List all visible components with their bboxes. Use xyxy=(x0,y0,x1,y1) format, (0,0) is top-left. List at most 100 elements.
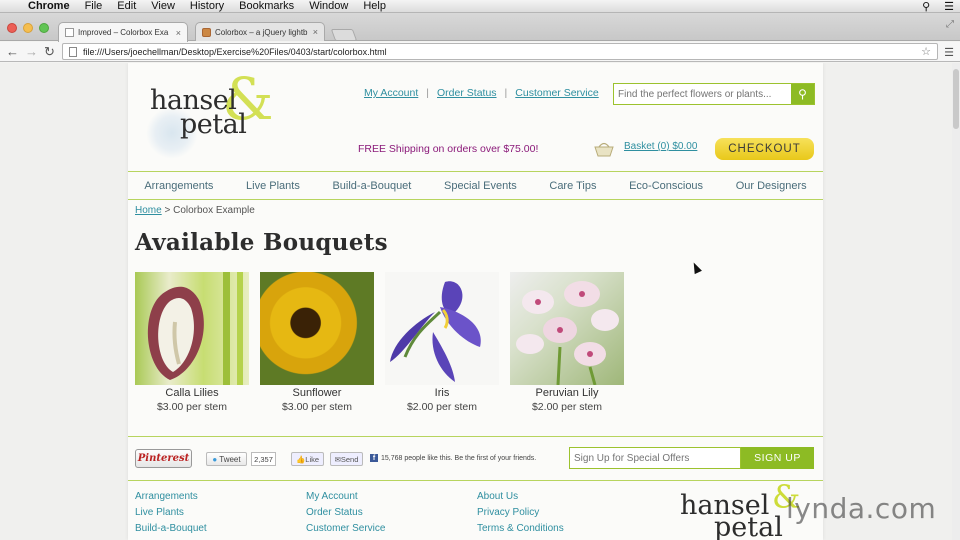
reload-icon[interactable]: ↻ xyxy=(44,44,55,60)
my-account-link[interactable]: My Account xyxy=(364,87,418,99)
footer-links: Arrangements Live Plants Build-a-Bouquet… xyxy=(135,491,648,534)
product-grid: Calla Lilies $3.00 per stem Sunflower $3… xyxy=(135,272,624,413)
chrome-menu-icon[interactable]: ☰ xyxy=(944,46,954,59)
footer-logo-word-petal: petal xyxy=(714,512,783,540)
footer-link-privacy-policy[interactable]: Privacy Policy xyxy=(477,507,648,518)
customer-service-link[interactable]: Customer Service xyxy=(515,87,598,99)
facebook-icon: f xyxy=(370,454,378,462)
tab-improved-colorbox[interactable]: Improved – Colorbox Exa × xyxy=(58,22,188,42)
send-label: Send xyxy=(340,454,359,464)
basket-icon[interactable] xyxy=(594,141,614,157)
free-shipping-banner: FREE Shipping on orders over $75.00! xyxy=(358,143,539,155)
facebook-like-button[interactable]: 👍 Like xyxy=(291,452,324,466)
nav-our-designers[interactable]: Our Designers xyxy=(736,180,807,192)
breadcrumb-separator: > xyxy=(164,205,171,216)
menu-history[interactable]: History xyxy=(190,0,224,12)
page-viewport: & hansel petal My Account | Order Status… xyxy=(0,63,960,540)
iris-image[interactable] xyxy=(385,272,499,385)
menu-window[interactable]: Window xyxy=(309,0,348,12)
nav-eco-conscious[interactable]: Eco-Conscious xyxy=(629,180,703,192)
menu-edit[interactable]: Edit xyxy=(117,0,136,12)
signup-button[interactable]: SIGN UP xyxy=(741,447,814,469)
nav-live-plants[interactable]: Live Plants xyxy=(246,180,300,192)
footer-link-my-account[interactable]: My Account xyxy=(306,491,477,502)
sunflower-image[interactable] xyxy=(260,272,374,385)
footer-link-live-plants[interactable]: Live Plants xyxy=(135,507,306,518)
footer-link-customer-service[interactable]: Customer Service xyxy=(306,523,477,534)
scrollbar-thumb[interactable] xyxy=(953,69,959,129)
pinterest-button[interactable]: Pinterest xyxy=(135,449,192,468)
menu-app[interactable]: Chrome xyxy=(28,0,70,12)
breadcrumb-home-link[interactable]: Home xyxy=(135,205,162,216)
product-card[interactable]: Sunflower $3.00 per stem xyxy=(260,272,374,413)
tab-close-icon[interactable]: × xyxy=(313,27,318,37)
zoom-window-button[interactable] xyxy=(39,23,49,33)
thumbs-up-icon: 👍 xyxy=(295,454,306,464)
nav-special-events[interactable]: Special Events xyxy=(444,180,517,192)
footer-link-about-us[interactable]: About Us xyxy=(477,491,648,502)
footer-link-terms[interactable]: Terms & Conditions xyxy=(477,523,648,534)
product-card[interactable]: Iris $2.00 per stem xyxy=(385,272,499,413)
signup-email-input[interactable] xyxy=(569,447,741,469)
checkout-button[interactable]: CHECKOUT xyxy=(715,138,814,160)
breadcrumb: Home > Colorbox Example xyxy=(135,205,255,216)
footer-link-arrangements[interactable]: Arrangements xyxy=(135,491,306,502)
breadcrumb-current: Colorbox Example xyxy=(173,205,255,216)
top-links: My Account | Order Status | Customer Ser… xyxy=(364,87,599,99)
menu-file[interactable]: File xyxy=(85,0,103,12)
spotlight-search-icon[interactable]: ⚲ xyxy=(922,0,930,13)
tab-close-icon[interactable]: × xyxy=(176,28,181,38)
product-name: Sunflower xyxy=(292,387,342,399)
product-card[interactable]: Peruvian Lily $2.00 per stem xyxy=(510,272,624,413)
page-title: Available Bouquets xyxy=(135,229,388,256)
twitter-bird-icon: ● xyxy=(212,454,218,464)
new-tab-button[interactable] xyxy=(330,29,358,41)
footer-link-order-status[interactable]: Order Status xyxy=(306,507,477,518)
hansel-petal-logo[interactable]: & hansel petal xyxy=(136,65,286,166)
address-bar[interactable]: file:///Users/joechellman/Desktop/Exerci… xyxy=(62,43,938,60)
product-price: $3.00 per stem xyxy=(156,401,228,413)
page-scrollbar[interactable] xyxy=(952,63,960,540)
main-nav: Arrangements Live Plants Build-a-Bouquet… xyxy=(128,171,823,200)
page-icon xyxy=(69,46,77,57)
search-icon[interactable]: ⚲ xyxy=(791,84,814,104)
minimize-window-button[interactable] xyxy=(23,23,33,33)
browser-toolbar: ← → ↻ file:///Users/joechellman/Desktop/… xyxy=(0,42,960,62)
tab-colorbox-jquery[interactable]: Colorbox – a jQuery lightb × xyxy=(195,22,325,41)
menu-bookmarks[interactable]: Bookmarks xyxy=(239,0,294,12)
close-window-button[interactable] xyxy=(7,23,17,33)
peruvian-lily-image[interactable] xyxy=(510,272,624,385)
facebook-send-button[interactable]: ✉ Send xyxy=(330,452,363,466)
like-label: Like xyxy=(305,454,320,464)
order-status-link[interactable]: Order Status xyxy=(437,87,497,99)
facebook-like-count-text: 15,768 people like this. Be the first of… xyxy=(381,454,537,462)
site-container: & hansel petal My Account | Order Status… xyxy=(128,63,823,540)
product-card[interactable]: Calla Lilies $3.00 per stem xyxy=(135,272,249,413)
menu-help[interactable]: Help xyxy=(363,0,386,12)
nav-care-tips[interactable]: Care Tips xyxy=(549,180,596,192)
facebook-like-text: f 15,768 people like this. Be the first … xyxy=(370,454,536,462)
product-price: $2.00 per stem xyxy=(531,401,603,413)
back-arrow-icon[interactable]: ← xyxy=(6,44,19,59)
fullscreen-icon[interactable]: ⤢ xyxy=(946,19,954,30)
product-price: $2.00 per stem xyxy=(406,401,478,413)
menu-view[interactable]: View xyxy=(151,0,175,12)
nav-build-a-bouquet[interactable]: Build-a-Bouquet xyxy=(332,180,411,192)
nav-arrangements[interactable]: Arrangements xyxy=(144,180,213,192)
page-favicon-icon xyxy=(65,28,74,37)
tweet-button[interactable]: ● Tweet xyxy=(206,452,247,466)
footer-link-build-a-bouquet[interactable]: Build-a-Bouquet xyxy=(135,523,306,534)
browser-tab-strip: Improved – Colorbox Exa × Colorbox – a j… xyxy=(0,13,960,42)
os-menu-bar: Chrome File Edit View History Bookmarks … xyxy=(0,0,960,13)
notification-list-icon[interactable]: ☰ xyxy=(944,0,954,13)
tab-label: Colorbox – a jQuery lightb xyxy=(215,27,308,37)
footer-column: About Us Privacy Policy Terms & Conditio… xyxy=(477,491,648,534)
calla-lilies-image[interactable] xyxy=(135,272,249,385)
basket-link[interactable]: Basket (0) $0.00 xyxy=(624,141,697,152)
forward-arrow-icon[interactable]: → xyxy=(25,44,38,59)
site-search: ⚲ xyxy=(613,83,815,105)
bookmark-star-icon[interactable]: ☆ xyxy=(921,45,931,58)
search-input[interactable] xyxy=(614,84,791,104)
product-price: $3.00 per stem xyxy=(281,401,353,413)
window-controls xyxy=(7,23,49,33)
